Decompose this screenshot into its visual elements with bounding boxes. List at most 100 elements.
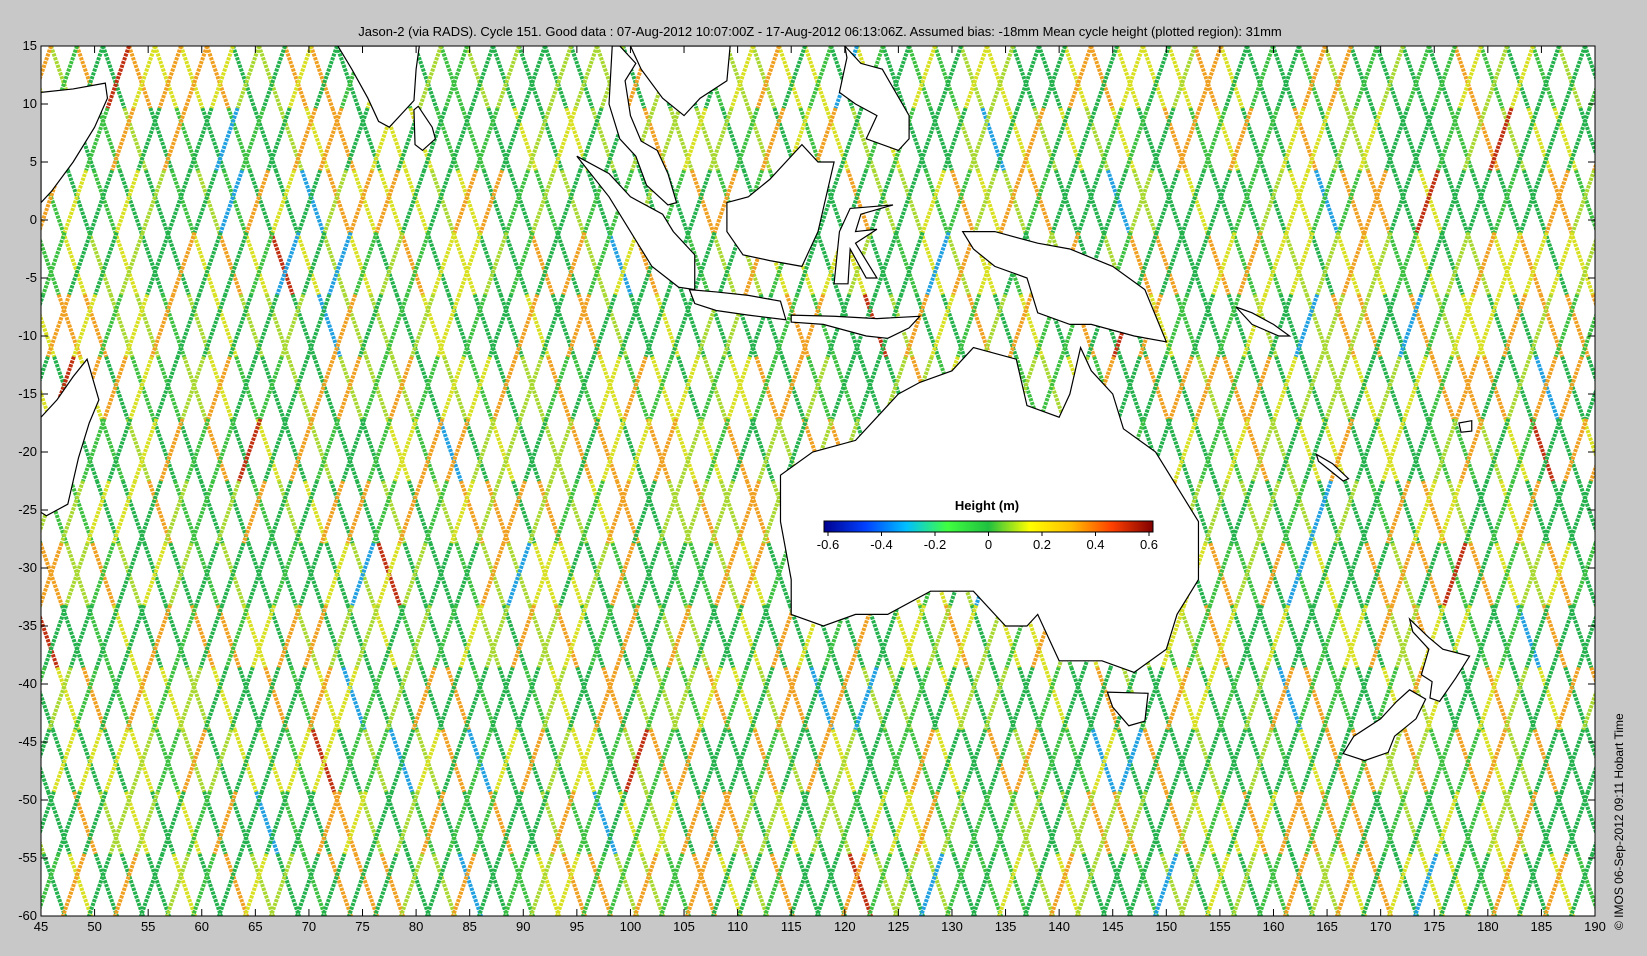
track-segment <box>8 108 29 170</box>
track-segment <box>1620 108 1641 170</box>
track-segment <box>0 854 6 916</box>
x-tick-label: 135 <box>995 919 1017 934</box>
track-segment <box>0 854 13 916</box>
track-segment <box>1634 792 1647 854</box>
track-segment <box>1622 605 1643 667</box>
track-segment <box>1626 543 1647 605</box>
track-segment <box>1628 170 1647 232</box>
track-segment <box>1635 667 1647 729</box>
y-tick-label: -30 <box>18 560 37 575</box>
track-segment <box>0 481 14 543</box>
x-tick-label: 175 <box>1423 919 1445 934</box>
x-tick-label: 65 <box>248 919 262 934</box>
x-tick-label: 165 <box>1316 919 1338 934</box>
track-segment <box>1619 295 1640 357</box>
x-tick-label: 140 <box>1048 919 1070 934</box>
y-tick-label: -40 <box>18 676 37 691</box>
track-segment <box>1642 46 1647 108</box>
colorbar-label: Height (m) <box>955 498 1019 513</box>
track-segment <box>0 543 10 605</box>
x-tick-label: 120 <box>834 919 856 934</box>
credit-text: © IMOS 06-Sep-2012 09:11 Hobart Time <box>1612 713 1626 930</box>
track-segment <box>0 605 5 667</box>
track-segment <box>1590 840 1595 855</box>
x-tick-label: 170 <box>1370 919 1392 934</box>
track-segment <box>0 792 18 854</box>
track-segment <box>41 293 46 308</box>
y-tick-label: -20 <box>18 444 37 459</box>
track-segment <box>11 232 32 294</box>
track-segment <box>0 605 14 667</box>
x-tick-label: 115 <box>781 919 802 934</box>
track-segment <box>1602 170 1623 232</box>
track-segment <box>1630 854 1647 916</box>
x-tick-label: 95 <box>570 919 584 934</box>
y-tick-label: -10 <box>18 328 37 343</box>
x-tick-label: 90 <box>516 919 530 934</box>
track-segment <box>1605 481 1626 543</box>
track-segment <box>1617 419 1638 481</box>
track-segment <box>1608 295 1629 357</box>
track-segment <box>0 108 4 170</box>
track-segment <box>1623 232 1644 294</box>
track-segment <box>0 481 5 543</box>
colorbar-gradient <box>823 520 1154 533</box>
track-segment <box>1614 357 1635 419</box>
x-tick-label: 145 <box>1102 919 1124 934</box>
y-tick-label: -45 <box>18 734 37 749</box>
track-segment <box>1640 730 1647 792</box>
colorbar-tick-label: -0.4 <box>870 537 892 552</box>
track-segment <box>0 170 8 232</box>
track-segment <box>1638 357 1647 419</box>
x-tick-label: 185 <box>1531 919 1553 934</box>
track-segment <box>1623 854 1644 916</box>
track-segment <box>0 232 13 294</box>
track-segment <box>1610 419 1631 481</box>
x-tick-label: 105 <box>673 919 695 934</box>
map-plot: 45 50 55 60 65 70 75 80 85 90 95 100 105 110 115 120 125… <box>0 38 1647 934</box>
track-segment <box>0 419 19 481</box>
y-tick-label: -50 <box>18 792 37 807</box>
track-segment <box>1592 161 1595 171</box>
track-segment <box>0 46 20 108</box>
y-tick-label: -60 <box>18 908 37 923</box>
track-segment <box>1600 543 1621 605</box>
y-tick-label: -15 <box>18 386 37 401</box>
x-tick-label: 160 <box>1263 919 1285 934</box>
track-segment <box>1632 108 1647 170</box>
y-tick-label: -25 <box>18 502 37 517</box>
x-tick-label: 155 <box>1209 919 1231 934</box>
x-tick-label: 80 <box>409 919 423 934</box>
x-tick-label: 60 <box>195 919 209 934</box>
track-segment <box>0 295 2 357</box>
colorbar-tick-label: 0.4 <box>1086 537 1104 552</box>
track-segment <box>1631 481 1647 543</box>
track-segment <box>7 295 28 357</box>
track-segment <box>1597 232 1618 294</box>
track-segment <box>1626 543 1647 605</box>
x-tick-label: 55 <box>141 919 155 934</box>
y-tick-label: 5 <box>30 154 37 169</box>
track-segment <box>1634 295 1647 357</box>
x-tick-label: 85 <box>462 919 476 934</box>
track-segment <box>1622 481 1643 543</box>
track-segment <box>1600 543 1621 605</box>
x-tick-label: 190 <box>1584 919 1606 934</box>
track-segment <box>1611 46 1632 108</box>
colorbar-tick-label: -0.2 <box>924 537 946 552</box>
x-tick-label: 70 <box>302 919 316 934</box>
track-segment <box>1636 419 1647 481</box>
track-segment <box>1593 538 1595 543</box>
x-tick-label: 50 <box>87 919 101 934</box>
figure: Jason-2 (via RADS). Cycle 151. Good data… <box>0 0 1647 956</box>
x-tick-label: 110 <box>727 919 748 934</box>
track-segment <box>0 232 7 294</box>
track-segment <box>1603 232 1624 294</box>
y-tick-label: 15 <box>23 38 37 53</box>
track-segment <box>0 170 11 232</box>
track-segment <box>1643 419 1647 481</box>
track-segment <box>1593 605 1595 609</box>
track-segment <box>1631 605 1647 667</box>
x-tick-label: 100 <box>620 919 642 934</box>
track-segment <box>1639 730 1647 792</box>
